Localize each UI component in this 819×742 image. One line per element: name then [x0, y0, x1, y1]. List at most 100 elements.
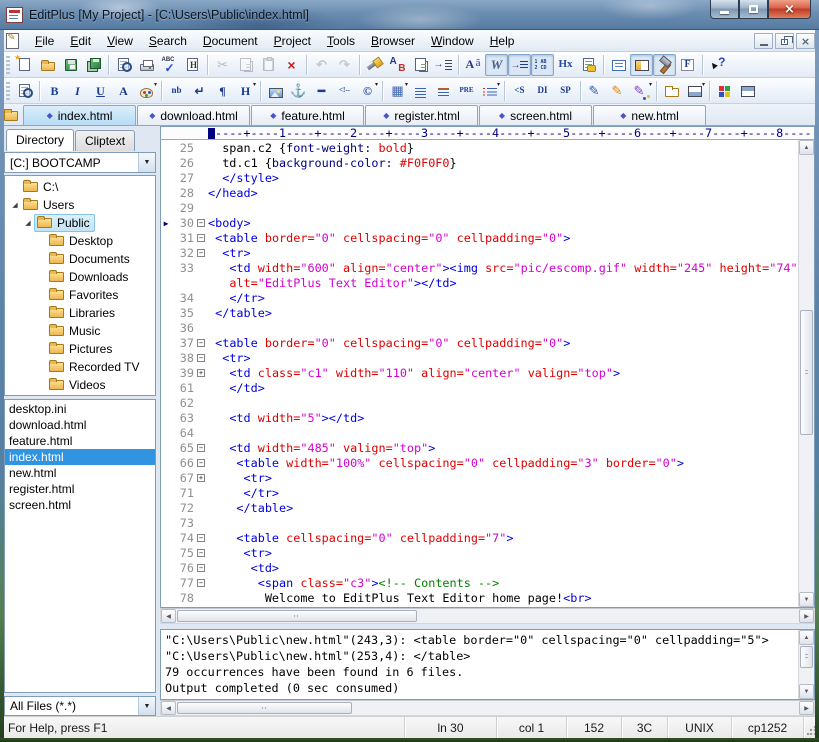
fold-toggle-icon[interactable]: + [194, 366, 208, 381]
file-item-index-html[interactable]: index.html [5, 449, 155, 465]
strike-icon[interactable]: <S [508, 80, 531, 102]
file-item-download-html[interactable]: download.html [5, 417, 155, 433]
maximize-button[interactable] [739, 0, 768, 19]
menu-item-edit[interactable]: Edit [62, 31, 99, 51]
directory-window-icon[interactable] [630, 54, 653, 76]
menu-item-search[interactable]: Search [141, 31, 195, 51]
anchor-icon[interactable]: ⚓ [287, 80, 310, 102]
fold-toggle-icon[interactable]: − [194, 561, 208, 576]
span-icon[interactable]: SP [554, 80, 577, 102]
editor-vertical-scrollbar[interactable]: ▲ ▼ [798, 140, 814, 607]
editor-horizontal-scrollbar[interactable]: ◀ ▶ [160, 608, 815, 624]
file-list[interactable]: desktop.inidownload.htmlfeature.htmlinde… [4, 399, 156, 693]
editor-scroll-right-icon[interactable]: ▶ [799, 609, 814, 623]
fold-toggle-icon[interactable]: − [194, 216, 208, 231]
file-item-screen-html[interactable]: screen.html [5, 497, 155, 513]
fullscreen-icon[interactable]: F [676, 54, 699, 76]
directory-tree[interactable]: C:\◢Users◢PublicDesktopDocumentsDownload… [4, 175, 156, 396]
title-bar[interactable]: EditPlus [My Project] - [C:\Users\Public… [0, 0, 819, 30]
fold-toggle-icon[interactable]: − [194, 456, 208, 471]
output-horizontal-scroll-thumb[interactable] [177, 702, 352, 714]
spell-check-icon[interactable] [158, 54, 181, 76]
document-icon[interactable] [6, 33, 19, 49]
menu-item-tools[interactable]: Tools [319, 31, 363, 51]
save-all-icon[interactable] [82, 54, 105, 76]
file-item-new-html[interactable]: new.html [5, 465, 155, 481]
tree-item-documents[interactable]: Documents [5, 250, 155, 268]
edit-color-icon[interactable] [630, 80, 653, 102]
output-horizontal-scrollbar[interactable]: ◀ ▶ [160, 700, 815, 716]
output-scroll-left-icon[interactable]: ◀ [161, 701, 176, 715]
cliptext-list-icon[interactable] [607, 54, 630, 76]
tab-feature.html[interactable]: ◆feature.html [251, 105, 364, 125]
file-filter-arrow-icon[interactable]: ▼ [138, 697, 155, 715]
align-top-icon[interactable] [432, 80, 455, 102]
project-folder-icon[interactable] [4, 111, 18, 121]
table-icon[interactable]: ▦ [386, 80, 409, 102]
editor-scroll-down-icon[interactable]: ▼ [799, 592, 814, 607]
fold-toggle-icon[interactable]: − [194, 336, 208, 351]
fold-toggle-icon[interactable]: − [194, 576, 208, 591]
fold-toggle-icon[interactable]: − [194, 246, 208, 261]
tab-screen.html[interactable]: ◆screen.html [479, 105, 592, 125]
user-tools-icon[interactable] [653, 54, 676, 76]
output-pane[interactable]: "C:\Users\Public\new.html"(243,3): <tabl… [160, 629, 815, 700]
tree-item-music[interactable]: Music [5, 322, 155, 340]
editor-vertical-scroll-thumb[interactable] [800, 310, 813, 435]
drive-select[interactable]: [C:] BOOTCAMP ▼ [4, 152, 156, 173]
edit-script-icon[interactable] [584, 80, 607, 102]
pre-icon[interactable]: PRE [455, 80, 478, 102]
split-window-icon[interactable] [736, 80, 759, 102]
tree-item-libraries[interactable]: Libraries [5, 304, 155, 322]
word-wrap-icon[interactable]: W [485, 54, 508, 76]
replace-icon[interactable] [386, 54, 409, 76]
output-scroll-right-icon[interactable]: ▶ [799, 701, 814, 715]
fold-toggle-icon[interactable]: + [194, 471, 208, 486]
div-icon[interactable]: DI [531, 80, 554, 102]
editor-scroll-up-icon[interactable]: ▲ [799, 140, 814, 155]
mdi-minimize-button[interactable] [754, 33, 773, 49]
open-file-icon[interactable] [36, 54, 59, 76]
fold-toggle-icon[interactable]: − [194, 351, 208, 366]
tree-item-videos[interactable]: Videos [5, 376, 155, 394]
editor-scroll-left-icon[interactable]: ◀ [161, 609, 176, 623]
italic-icon[interactable]: I [66, 80, 89, 102]
new-folder-icon[interactable] [660, 80, 683, 102]
line-number-icon[interactable] [531, 54, 554, 76]
output-scroll-up-icon[interactable]: ▲ [799, 630, 814, 645]
tree-expand-icon[interactable]: ◢ [22, 219, 34, 227]
find-icon[interactable] [363, 54, 386, 76]
context-help-icon[interactable] [706, 54, 729, 76]
image-icon[interactable] [264, 80, 287, 102]
list-tag-icon[interactable] [478, 80, 501, 102]
delete-icon[interactable]: × [280, 54, 303, 76]
find-in-files-icon[interactable] [409, 54, 432, 76]
function-list-icon[interactable] [577, 54, 600, 76]
sidebar-tab-cliptext[interactable]: Cliptext [75, 130, 135, 151]
bold-icon[interactable]: B [43, 80, 66, 102]
heading-icon[interactable]: H [234, 80, 257, 102]
file-item-desktop-ini[interactable]: desktop.ini [5, 401, 155, 417]
tree-expand-icon[interactable]: ◢ [9, 201, 21, 209]
file-filter-select[interactable]: All Files (*.*) ▼ [4, 696, 156, 716]
color-icon[interactable] [135, 80, 158, 102]
close-button[interactable]: × [768, 0, 811, 19]
font-icon[interactable]: A [112, 80, 135, 102]
fold-toggle-icon[interactable]: − [194, 441, 208, 456]
menu-item-project[interactable]: Project [266, 31, 319, 51]
sidebar-tab-directory[interactable]: Directory [6, 129, 74, 151]
menu-item-file[interactable]: File [27, 31, 62, 51]
nbsp-icon[interactable]: nb [165, 80, 188, 102]
browser-preview-icon[interactable] [13, 80, 36, 102]
drive-select-arrow-icon[interactable]: ▼ [138, 153, 155, 172]
output-vertical-scroll-thumb[interactable] [800, 646, 813, 668]
output-scroll-down-icon[interactable]: ▼ [799, 684, 814, 699]
tree-item-downloads[interactable]: Downloads [5, 268, 155, 286]
tab-index.html[interactable]: ◆index.html [23, 105, 136, 125]
save-icon[interactable] [59, 54, 82, 76]
file-item-register-html[interactable]: register.html [5, 481, 155, 497]
tab-download.html[interactable]: ◆download.html [137, 105, 250, 125]
menu-item-browser[interactable]: Browser [363, 31, 423, 51]
line-break-icon[interactable]: ↵ [188, 80, 211, 102]
toolbar-grip-2[interactable] [5, 82, 10, 100]
